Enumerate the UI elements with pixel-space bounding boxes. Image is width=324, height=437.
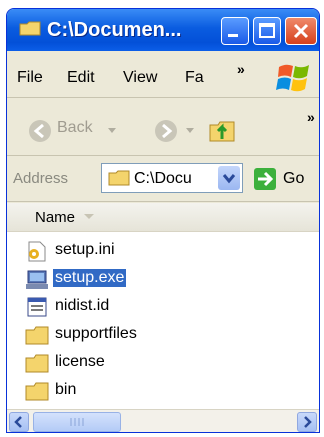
- folder-icon: [25, 354, 49, 373]
- back-button-label[interactable]: Back: [57, 119, 93, 137]
- up-folder-icon[interactable]: [207, 115, 237, 145]
- folder-icon: [19, 21, 41, 36]
- list-item-bin[interactable]: bin: [25, 379, 305, 403]
- list-item-setup-exe[interactable]: setup.exe: [25, 267, 305, 291]
- minimize-button[interactable]: [221, 17, 249, 45]
- folder-icon: [25, 326, 49, 345]
- list-item-supportfiles[interactable]: supportfiles: [25, 323, 305, 347]
- go-button-label[interactable]: Go: [283, 170, 304, 188]
- menu-overflow-chevron[interactable]: »: [237, 61, 245, 77]
- forward-dropdown-icon[interactable]: [185, 127, 195, 135]
- forward-arrow-icon[interactable]: [153, 118, 179, 144]
- list-item-license[interactable]: license: [25, 351, 305, 375]
- file-list: Name setup.ini setup.exe nidist.id suppo…: [7, 203, 319, 409]
- back-arrow-icon[interactable]: [27, 118, 53, 144]
- item-label: supportfiles: [55, 325, 137, 342]
- menu-edit[interactable]: Edit: [67, 69, 95, 87]
- folder-icon: [108, 170, 130, 186]
- chevron-right-icon: [304, 416, 312, 428]
- id-file-icon: [27, 297, 47, 317]
- chevron-left-icon: [14, 416, 22, 428]
- windows-logo-icon: [276, 64, 309, 92]
- scroll-thumb[interactable]: [33, 412, 121, 432]
- scroll-left-button[interactable]: [9, 412, 29, 432]
- chevron-down-icon: [222, 174, 236, 184]
- menu-view[interactable]: View: [123, 69, 157, 87]
- window-title: C:\Documen...: [47, 19, 182, 41]
- menu-bar: File Edit View Fa »: [7, 55, 319, 98]
- column-header-label: Name: [35, 209, 76, 226]
- minimize-icon: [228, 34, 238, 37]
- menu-favorites[interactable]: Fa: [185, 69, 204, 87]
- item-label: setup.exe: [53, 269, 127, 287]
- scroll-right-button[interactable]: [297, 412, 317, 432]
- explorer-window: C:\Documen... File Edit View Fa » Back »…: [6, 8, 320, 433]
- exe-file-icon: [26, 270, 48, 289]
- name-column-header[interactable]: Name: [7, 203, 319, 232]
- back-dropdown-icon[interactable]: [107, 127, 117, 135]
- maximize-button[interactable]: [253, 17, 281, 45]
- close-button[interactable]: [285, 17, 317, 45]
- address-label: Address: [13, 170, 69, 187]
- folder-icon: [25, 382, 49, 401]
- item-label: license: [55, 353, 105, 370]
- list-item-nidist-id[interactable]: nidist.id: [25, 295, 305, 319]
- item-label: nidist.id: [55, 297, 110, 314]
- address-input[interactable]: C:\Docu: [101, 163, 243, 193]
- close-icon: [293, 23, 309, 39]
- horizontal-scrollbar[interactable]: [7, 409, 319, 432]
- menu-file[interactable]: File: [17, 69, 43, 87]
- sort-arrow-icon: [84, 214, 94, 219]
- ini-file-icon: [28, 241, 46, 262]
- item-label: setup.ini: [55, 241, 115, 258]
- address-bar: Address C:\Docu Go: [7, 157, 319, 202]
- toolbar-overflow-chevron[interactable]: »: [307, 109, 315, 125]
- list-item-setup-ini[interactable]: setup.ini: [25, 239, 305, 263]
- address-dropdown-button[interactable]: [218, 166, 240, 190]
- address-value: C:\Docu: [134, 170, 192, 187]
- grip-icon: [70, 418, 84, 426]
- maximize-icon: [259, 23, 275, 38]
- go-arrow-icon[interactable]: [253, 167, 277, 191]
- standard-toolbar: Back »: [7, 105, 319, 156]
- item-label: bin: [55, 381, 77, 398]
- title-bar[interactable]: C:\Documen...: [7, 9, 319, 51]
